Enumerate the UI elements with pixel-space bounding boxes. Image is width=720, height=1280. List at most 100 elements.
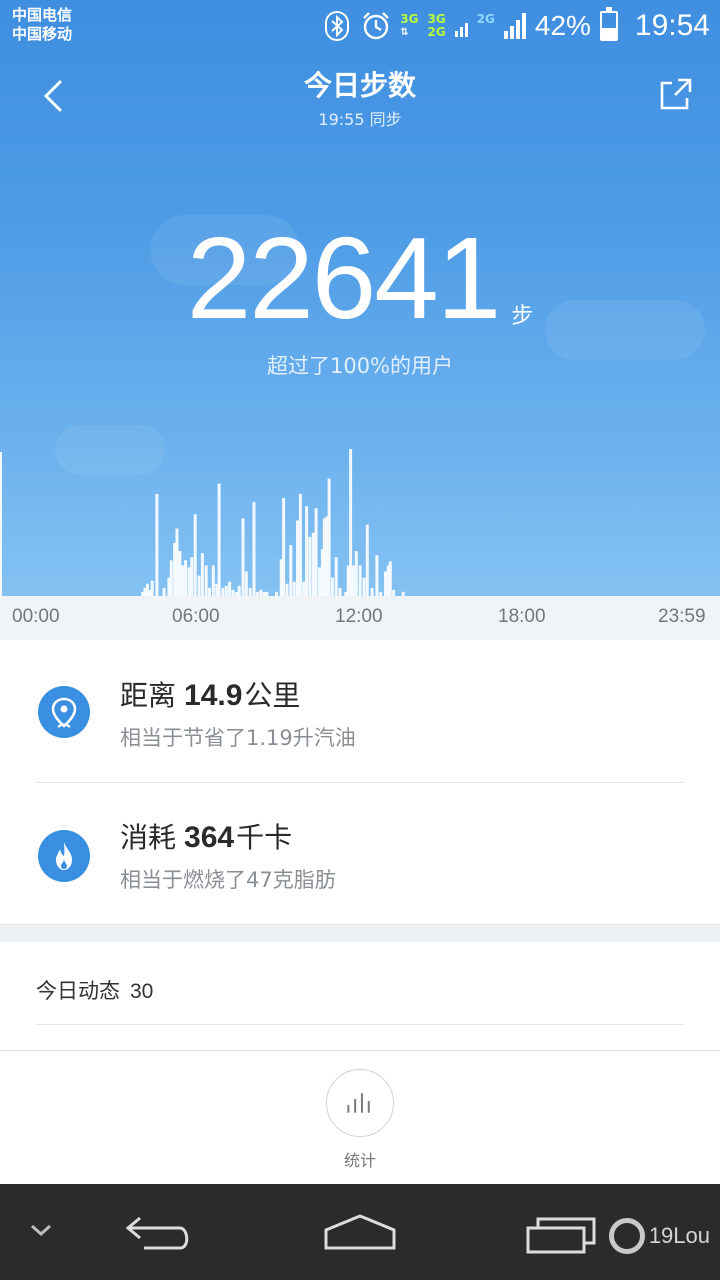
step-bar	[228, 581, 232, 596]
distance-unit: 公里	[244, 679, 301, 712]
watermark: 19Lou	[608, 1218, 710, 1254]
step-bar	[314, 508, 318, 596]
step-bar	[362, 577, 366, 596]
network-3g-indicator: 3G ⇅	[400, 12, 419, 39]
step-bar	[187, 567, 191, 596]
x-tick-label: 18:00	[498, 606, 546, 627]
x-tick-label: 12:00	[335, 606, 383, 627]
hourly-steps-chart	[0, 449, 405, 596]
flame-icon	[38, 830, 90, 882]
step-bar	[285, 583, 289, 596]
step-count-unit: 步	[511, 304, 534, 329]
today-feed-count: 30	[130, 980, 154, 1003]
carrier-names: 中国电信 中国移动	[12, 6, 72, 44]
step-bar	[150, 580, 154, 596]
divider	[36, 1024, 684, 1025]
network-dual-indicator: 3G 2G	[427, 12, 446, 39]
share-icon[interactable]	[656, 74, 696, 114]
step-bar	[351, 565, 355, 596]
step-bar	[241, 518, 245, 596]
step-bar	[305, 506, 309, 596]
step-count-value: 22641	[186, 213, 502, 343]
step-bar	[211, 565, 215, 596]
bottom-action-bar: 统计	[0, 1050, 720, 1184]
step-bar	[365, 524, 369, 596]
step-bar	[197, 575, 201, 596]
step-bar	[221, 587, 225, 596]
carrier-2: 中国移动	[12, 25, 73, 43]
bar-chart-icon	[347, 1093, 370, 1113]
today-feed-header[interactable]: 今日动态 30	[36, 975, 153, 1005]
step-bar	[384, 571, 387, 596]
x-tick-label: 06:00	[172, 606, 220, 627]
watermark-text: 19Lou	[648, 1223, 710, 1248]
chevron-down-icon[interactable]	[28, 1220, 54, 1240]
step-bar	[289, 545, 293, 596]
distance-main: 距离 14.9公里	[120, 674, 300, 714]
step-bar	[327, 478, 331, 596]
calories-equivalent: 相当于燃烧了47克脂肪	[120, 868, 336, 892]
statistics-label: 统计	[343, 1151, 376, 1170]
sync-time: 19:55 同步	[318, 110, 402, 129]
distance-value: 14.9	[184, 679, 243, 712]
step-bar	[169, 560, 173, 596]
step-bar	[190, 557, 194, 596]
calories-card[interactable]: 消耗 364千卡 相当于燃烧了47克脂肪	[0, 784, 720, 924]
step-bar	[244, 571, 248, 596]
calories-unit: 千卡	[236, 821, 293, 854]
step-bar	[298, 493, 302, 596]
step-bar	[181, 565, 185, 596]
chart-time-axis: 00:00 06:00 12:00 18:00 23:59	[0, 596, 720, 640]
calories-value: 364	[184, 821, 235, 854]
battery-percent: 42%	[534, 10, 591, 41]
step-bar	[292, 581, 296, 596]
recent-apps-icon[interactable]	[524, 1216, 600, 1256]
step-bar	[282, 498, 286, 596]
calories-label: 消耗	[120, 821, 177, 854]
step-bar	[248, 587, 252, 596]
step-bar	[155, 493, 159, 596]
step-bar	[354, 551, 358, 596]
statistics-button[interactable]	[326, 1069, 394, 1137]
ranking-text: 超过了100%的用户	[266, 354, 454, 378]
step-bar	[370, 587, 374, 596]
network-2g-indicator: 2G	[476, 12, 495, 26]
step-bar	[388, 561, 392, 596]
step-bar	[237, 585, 241, 596]
today-feed-label: 今日动态	[36, 979, 120, 1003]
home-nav-icon[interactable]	[320, 1210, 400, 1254]
step-bar	[302, 581, 306, 596]
step-bar	[162, 587, 166, 596]
x-tick-label: 00:00	[12, 606, 60, 627]
calories-main: 消耗 364千卡	[120, 816, 292, 856]
distance-card[interactable]: 距离 14.9公里 相当于节省了1.19升汽油	[0, 642, 720, 782]
x-tick-label: 23:59	[658, 606, 706, 627]
step-bar	[178, 551, 182, 596]
divider	[36, 782, 684, 783]
step-bar	[334, 557, 338, 596]
signal-bars-small	[454, 15, 468, 37]
step-bar	[296, 520, 299, 596]
step-bar	[358, 565, 362, 596]
step-bar	[338, 587, 342, 596]
system-navigation-bar: 19Lou	[0, 1184, 720, 1280]
step-bar	[224, 585, 228, 596]
step-bar	[375, 555, 379, 596]
step-bar	[184, 560, 188, 596]
status-time: 19:54	[634, 9, 710, 42]
page-title: 今日步数	[303, 69, 416, 102]
step-bar	[193, 514, 197, 596]
status-bar: 中国电信 中国移动 3G ⇅ 3G 2G 2G 42% 19:54	[0, 0, 720, 52]
distance-label: 距离	[120, 679, 177, 712]
battery-icon	[599, 7, 618, 41]
distance-equivalent: 相当于节省了1.19升汽油	[120, 726, 356, 750]
hero-panel: 中国电信 中国移动 3G ⇅ 3G 2G 2G 42% 19:54 今日步数 1…	[0, 0, 720, 640]
step-bar	[308, 536, 312, 596]
watermark-logo	[608, 1218, 645, 1254]
back-nav-icon[interactable]	[120, 1212, 196, 1254]
signal-strength-icon	[503, 13, 526, 39]
step-bar	[208, 587, 211, 596]
step-bar	[200, 553, 204, 596]
step-bar	[330, 577, 334, 596]
bluetooth-icon	[325, 11, 350, 41]
